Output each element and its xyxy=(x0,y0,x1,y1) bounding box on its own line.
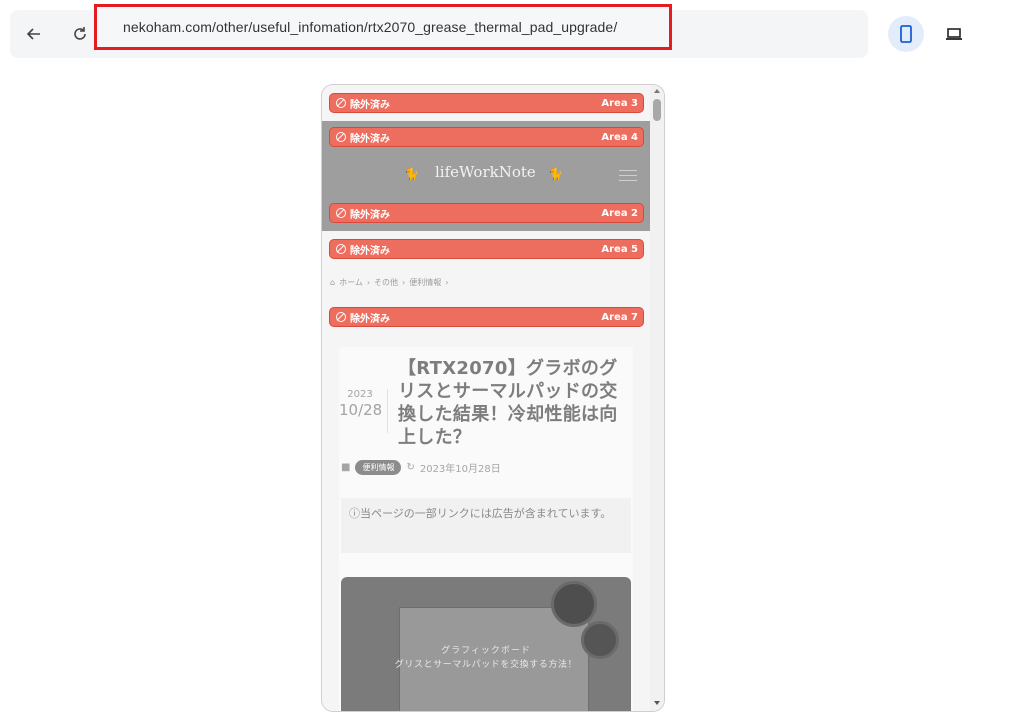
device-mobile-button[interactable] xyxy=(888,16,924,52)
site-logo[interactable]: lifeWorkNote xyxy=(435,163,536,181)
area-status: 除外済み xyxy=(350,209,390,221)
laptop-icon xyxy=(946,28,962,40)
prohibited-icon xyxy=(336,208,346,218)
prohibited-icon xyxy=(336,132,346,142)
area-label: Area 2 xyxy=(601,207,638,219)
mobile-preview-frame: 🐈 lifeWorkNote 🐈 除外済み Area 3 除外済み Area 4… xyxy=(321,84,665,712)
cat-silhouette-icon: 🐈 xyxy=(548,167,563,181)
excluded-area-bar[interactable]: 除外済み Area 4 xyxy=(329,127,644,147)
area-label: Area 5 xyxy=(601,243,638,255)
arrow-left-icon xyxy=(26,28,40,40)
scroll-up-arrow-icon[interactable] xyxy=(654,89,660,93)
cat-logo-icon: 🐈 xyxy=(404,167,419,181)
area-label: Area 4 xyxy=(601,131,638,143)
excluded-area-bar[interactable]: 除外済み Area 2 xyxy=(329,203,644,223)
device-desktop-button[interactable] xyxy=(936,16,972,52)
back-button[interactable] xyxy=(20,20,48,48)
category-badge[interactable]: 便利情報 xyxy=(355,460,402,475)
chevron-right-icon: › xyxy=(402,278,406,287)
scroll-thumb[interactable] xyxy=(653,99,661,121)
url-bar[interactable]: nekoham.com/other/useful_infomation/rtx2… xyxy=(94,4,672,50)
prohibited-icon xyxy=(336,98,346,108)
hero-caption-line2: グリスとサーマルパッドを交換する方法！ xyxy=(394,660,578,670)
breadcrumb-item[interactable]: ホーム xyxy=(339,277,363,288)
smartphone-icon xyxy=(900,25,912,43)
folder-icon: ■ xyxy=(341,462,351,473)
area-label: Area 3 xyxy=(601,97,638,109)
breadcrumb: ⌂ ホーム › その他 › 便利情報 › xyxy=(330,277,448,288)
prohibited-icon xyxy=(336,312,346,322)
hero-image[interactable]: グラフィックボード グリスとサーマルパッドを交換する方法！ xyxy=(341,577,631,711)
reload-icon xyxy=(74,27,86,40)
post-date-year: 2023 xyxy=(347,389,373,400)
excluded-area-bar[interactable]: 除外済み Area 5 xyxy=(329,239,644,259)
mobile-screen[interactable]: 🐈 lifeWorkNote 🐈 除外済み Area 3 除外済み Area 4… xyxy=(322,85,650,711)
scrollbar[interactable] xyxy=(650,85,664,711)
breadcrumb-item[interactable]: その他 xyxy=(374,277,398,288)
updated-date: 2023年10月28日 xyxy=(419,464,501,475)
excluded-area-bar[interactable]: 除外済み Area 7 xyxy=(329,307,644,327)
area-label: Area 7 xyxy=(601,311,638,323)
gpu-fan-icon xyxy=(551,581,597,627)
home-icon: ⌂ xyxy=(330,278,336,287)
post-date-md: 10/28 xyxy=(339,401,383,419)
area-status: 除外済み xyxy=(350,245,390,257)
url-text: nekoham.com/other/useful_infomation/rtx2… xyxy=(123,19,618,35)
article-title: 【RTX2070】グラボのグリスとサーマルパッドの交換した結果！冷却性能は向上し… xyxy=(398,358,618,449)
browser-toolbar: nekoham.com/other/useful_infomation/rtx2… xyxy=(10,4,868,58)
chevron-right-icon: › xyxy=(366,278,371,287)
date-divider xyxy=(387,389,388,433)
excluded-area-bar[interactable]: 除外済み Area 3 xyxy=(329,93,644,113)
article-meta: ■ 便利情報 ↻ 2023年10月28日 xyxy=(341,460,501,475)
scroll-down-arrow-icon[interactable] xyxy=(654,701,660,705)
breadcrumb-item[interactable]: 便利情報 xyxy=(409,277,441,288)
reload-button[interactable] xyxy=(66,20,94,48)
area-status: 除外済み xyxy=(350,99,390,111)
article-card: 2023 10/28 【RTX2070】グラボのグリスとサーマルパッドの交換した… xyxy=(339,347,633,711)
hero-caption-line1: グラフィックボード xyxy=(441,646,531,656)
post-date: 2023 10/28 xyxy=(339,389,383,419)
refresh-icon: ↻ xyxy=(406,462,415,473)
ad-notice: ⓘ当ページの一部リンクには広告が含まれています。 xyxy=(341,498,631,553)
area-status: 除外済み xyxy=(350,313,390,325)
area-status: 除外済み xyxy=(350,133,390,145)
hamburger-menu-icon[interactable] xyxy=(619,170,637,182)
chevron-right-icon: › xyxy=(445,278,449,287)
prohibited-icon xyxy=(336,244,346,254)
